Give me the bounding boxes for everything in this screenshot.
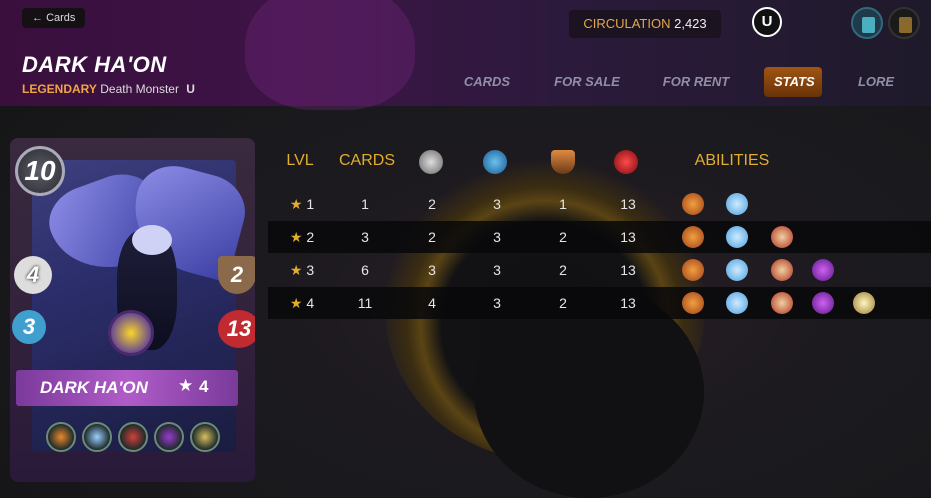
view-cards-toggle-button[interactable] [851,7,883,39]
tab-lore[interactable]: LORE [850,67,902,97]
health-cell: 13 [620,262,636,278]
monster-head-shape [132,225,172,255]
table-row: ★ 1 1 2 3 1 13 [268,188,931,220]
ability-purple-icon[interactable] [812,292,834,314]
untamed-edition-icon: U [186,82,195,96]
armor-cell: 2 [559,229,567,245]
cards-cell: 3 [361,229,369,245]
cards-cell: 1 [361,196,369,212]
armor-icon: 2 [218,256,255,294]
ability-wings-icon[interactable] [726,193,748,215]
health-cell: 13 [620,229,636,245]
death-splinter-icon [108,310,154,356]
circulation-label: CIRCULATION [583,16,671,31]
view-gold-cards-toggle-button[interactable] [888,7,920,39]
header-bar: ← Cards CIRCULATION 2,423 U DARK HA'ON L… [0,0,931,110]
ability-shield-icon[interactable] [853,292,875,314]
health-cell: 13 [620,196,636,212]
arrow-left-icon: ← [32,12,43,24]
ability-axe-icon[interactable] [771,259,793,281]
gold-cards-stack-icon [899,17,912,33]
melee-cell: 4 [428,295,436,311]
speed-cell: 3 [493,229,501,245]
health-cell: 13 [620,295,636,311]
melee-value: 4 [26,262,40,287]
speed-cell: 3 [493,196,501,212]
tab-for-rent[interactable]: FOR RENT [656,67,736,97]
level-star-icon: ★ [178,376,194,395]
armor-cell: 1 [559,196,567,212]
cards-stack-icon [862,17,875,33]
health-icon: 13 [218,310,255,348]
level-cell: ★ 4 [289,295,315,311]
melee-attack-icon: 4 [14,256,52,294]
table-row: ★ 3 6 3 3 2 13 [268,254,931,286]
ability-fire-icon[interactable] [682,226,704,248]
page-title: DARK HA'ON [22,52,167,77]
ability-fire-icon[interactable] [682,259,704,281]
melee-cell: 3 [428,262,436,278]
tab-stats[interactable]: STATS [764,67,822,97]
ability-purple-icon[interactable] [812,259,834,281]
armor-icon [551,150,575,174]
speed-cell: 3 [493,295,501,311]
rarity-label: LEGENDARY [22,82,97,96]
tab-for-sale[interactable]: FOR SALE [547,67,627,97]
ability-axe-icon [118,422,148,452]
card-name-plate: DARK HA'ON ★ 4 [16,370,238,406]
armor-cell: 2 [559,262,567,278]
card-artwork [32,157,254,452]
level-cell: ★ 2 [289,229,315,245]
circulation-display: CIRCULATION 2,423 [569,10,721,38]
card-plate-level: 4 [199,377,209,396]
edition-badge-icon[interactable]: U [752,7,782,37]
ability-fire-icon [46,422,76,452]
header-abilities: ABILITIES [694,152,770,169]
card-image: 10 4 2 3 13 DARK HA'ON ★ 4 [10,138,255,482]
armor-value: 2 [230,262,244,287]
card-plate-name: DARK HA'ON [40,378,148,397]
header-lvl: LVL [286,152,314,169]
cards-cell: 6 [361,262,369,278]
ability-shield-icon [190,422,220,452]
speed-icon: 3 [12,310,46,344]
skull-watermark-icon [245,0,415,110]
level-cell: ★ 1 [289,196,315,212]
ability-fire-icon[interactable] [682,193,704,215]
mana-cost-icon: 10 [15,146,65,196]
melee-cell: 2 [428,229,436,245]
edition-badge-label: U [761,13,773,30]
melee-attack-icon [419,150,443,174]
health-value: 13 [226,316,252,341]
level-cell: ★ 3 [289,262,315,278]
header-cards: CARDS [338,152,395,169]
cards-cell: 11 [357,295,373,311]
circulation-value: 2,423 [674,16,707,31]
ability-axe-icon[interactable] [771,292,793,314]
ability-wings-icon[interactable] [726,259,748,281]
melee-cell: 2 [428,196,436,212]
table-row: ★ 2 3 2 3 2 13 [268,221,931,253]
back-to-cards-button[interactable]: ← Cards [22,8,86,28]
tab-cards[interactable]: CARDS [457,67,517,97]
ability-purple-icon [154,422,184,452]
ability-fire-icon[interactable] [682,292,704,314]
ability-wings-icon [82,422,112,452]
speed-cell: 3 [493,262,501,278]
card-subtitle: LEGENDARY Death Monster U [22,82,195,96]
table-row: ★ 4 11 4 3 2 13 [268,287,931,319]
ability-axe-icon[interactable] [771,226,793,248]
mana-value: 10 [24,155,56,186]
ability-wings-icon[interactable] [726,226,748,248]
health-icon [614,150,638,174]
type-label: Death Monster [100,82,179,96]
ability-wings-icon[interactable] [726,292,748,314]
speed-value: 3 [22,314,36,339]
back-label: Cards [46,12,76,24]
armor-cell: 2 [559,295,567,311]
speed-icon [483,150,507,174]
